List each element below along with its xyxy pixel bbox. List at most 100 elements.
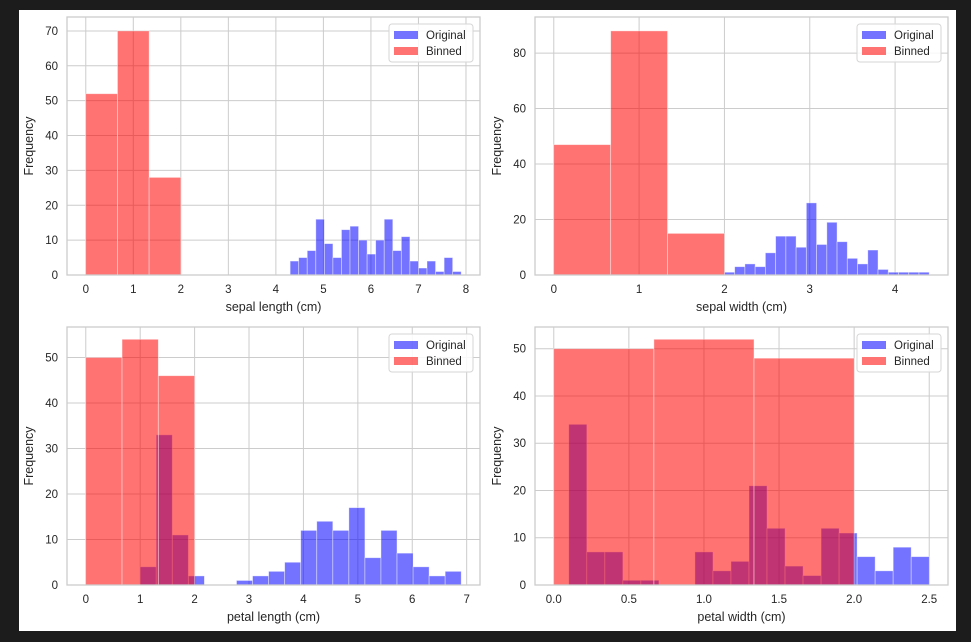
- y-tick-label: 40: [513, 391, 526, 403]
- binned-bar: [667, 232, 725, 276]
- y-tick-label: 0: [520, 270, 526, 282]
- y-axis-label: Frequency: [22, 426, 36, 486]
- legend-swatch-original: [862, 31, 886, 39]
- y-tick-label: 10: [513, 533, 526, 545]
- x-tick-label: 1.5: [771, 594, 787, 606]
- x-tick-label: 1: [137, 594, 143, 606]
- y-tick-label: 50: [513, 344, 526, 356]
- original-bar: [306, 250, 317, 276]
- original-bar: [315, 218, 325, 276]
- original-bar: [348, 507, 366, 586]
- original-bar: [332, 529, 350, 586]
- original-bar: [734, 266, 746, 276]
- original-bar: [874, 570, 894, 586]
- x-tick-label: 5: [320, 284, 326, 296]
- y-tick-label: 0: [52, 270, 58, 282]
- original-bar: [316, 520, 334, 586]
- x-tick-label: 2: [178, 284, 184, 296]
- y-tick-label: 20: [45, 200, 58, 212]
- legend-swatch-binned: [862, 47, 886, 55]
- original-bar: [426, 260, 436, 276]
- legend-swatch-original: [394, 341, 418, 349]
- original-bar: [412, 566, 430, 586]
- y-tick-label: 40: [513, 159, 526, 171]
- x-axis-label: sepal width (cm): [696, 300, 787, 314]
- subplot-petal-length-cm: 0 10 20 30 40 50 0 1 2 3 4 5 6 7 petal length (cm) Freq…: [22, 326, 481, 624]
- x-tick-label: 4: [892, 284, 899, 296]
- original-bar: [867, 249, 879, 276]
- legend-label-binned: Binned: [426, 46, 462, 58]
- original-bar: [775, 235, 787, 276]
- original-bar: [396, 552, 414, 586]
- x-tick-label: 2: [191, 594, 197, 606]
- x-tick-label: 0: [551, 284, 557, 296]
- original-bar: [392, 250, 402, 276]
- original-bar: [332, 257, 342, 276]
- binned-bar: [753, 357, 855, 586]
- x-tick-label: 6: [368, 284, 374, 296]
- legend-swatch-binned: [394, 357, 418, 365]
- original-bar: [298, 257, 308, 276]
- original-bar: [380, 529, 398, 586]
- legend: Original Binned: [388, 23, 474, 63]
- y-tick-label: 40: [45, 398, 58, 410]
- x-tick-label: 0: [83, 284, 89, 296]
- legend-swatch-original: [394, 31, 418, 39]
- subplot-sepal-length-cm: 0 10 20 30 40 50 60 70 0 1 2 3 4 5 6 7 8 sepal length (cm…: [22, 16, 481, 314]
- y-tick-label: 30: [45, 165, 58, 177]
- legend-label-binned: Binned: [894, 356, 930, 368]
- y-tick-label: 70: [45, 26, 58, 38]
- original-bar: [444, 570, 462, 586]
- original-bar: [323, 243, 334, 276]
- x-tick-label: 0.5: [621, 594, 637, 606]
- x-tick-label: 2.0: [846, 594, 862, 606]
- original-bar: [744, 263, 756, 276]
- original-bar: [856, 556, 876, 586]
- x-tick-label: 2.5: [921, 594, 937, 606]
- original-bar: [443, 257, 454, 276]
- original-bar: [236, 580, 253, 586]
- original-bar: [252, 575, 270, 586]
- original-bar: [289, 260, 300, 276]
- original-bar: [795, 246, 807, 276]
- x-tick-label: 6: [409, 594, 415, 606]
- legend-label-original: Original: [426, 30, 466, 42]
- y-axis-label: Frequency: [490, 116, 504, 176]
- original-bar: [358, 239, 368, 276]
- original-bar: [892, 546, 912, 586]
- histogram-grid: 0102030405060700 1 2 3 4 5 6 7 8sepal length (cm…: [22, 16, 949, 624]
- binned-bar: [85, 357, 123, 586]
- x-tick-label: 0.0: [546, 594, 562, 606]
- legend-label-binned: Binned: [894, 46, 930, 58]
- x-tick-label: 3: [246, 594, 252, 606]
- original-bar: [300, 529, 318, 586]
- original-bar: [409, 260, 419, 276]
- x-tick-label: 1: [130, 284, 136, 296]
- original-bar: [877, 269, 889, 276]
- subplot-sepal-width-cm: 0 20 40 60 80 0 1 2 3 4 sepal width (cm) Frequency O…: [490, 16, 949, 314]
- x-axis-label: petal width (cm): [697, 610, 785, 624]
- x-tick-label: 4: [300, 594, 307, 606]
- binned-bar: [121, 338, 159, 586]
- y-tick-label: 50: [45, 96, 58, 108]
- binned-bar: [157, 375, 196, 586]
- original-bar: [846, 257, 858, 276]
- y-tick-label: 0: [52, 580, 58, 592]
- subplot-petal-width-cm: 0 10 20 30 40 50 0.0 0.5 1.0 1.5 2.0 2.5 petal width…: [490, 326, 949, 624]
- x-tick-label: 4: [273, 284, 280, 296]
- x-tick-label: 3: [225, 284, 231, 296]
- original-bar: [341, 229, 351, 276]
- original-bar: [383, 218, 394, 276]
- binned-bar: [148, 176, 182, 276]
- original-bar: [826, 221, 838, 276]
- binned-bar: [553, 348, 655, 586]
- original-bar: [366, 253, 377, 276]
- original-bar: [364, 557, 382, 586]
- y-tick-label: 80: [513, 48, 526, 60]
- y-tick-label: 30: [513, 438, 526, 450]
- y-tick-label: 20: [513, 485, 526, 497]
- original-bar: [754, 266, 766, 276]
- y-tick-label: 60: [45, 61, 58, 73]
- x-axis-label: petal length (cm): [227, 610, 320, 624]
- legend-label-binned: Binned: [426, 356, 462, 368]
